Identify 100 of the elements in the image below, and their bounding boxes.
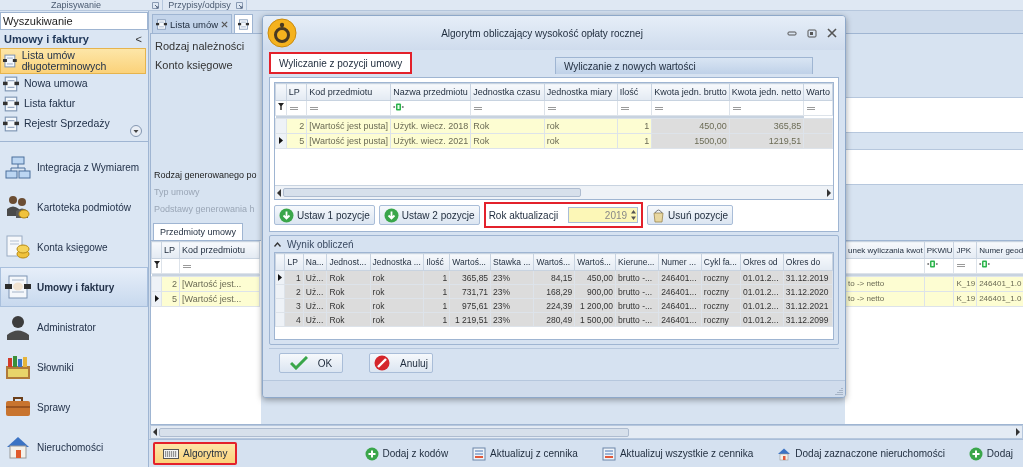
launcher-icon[interactable] [236,1,243,9]
equals-icon[interactable] [288,106,299,111]
column-header[interactable]: Kwota jedn. netto [729,83,804,101]
search-field[interactable]: Wyszukiwanie [0,12,148,30]
collapse-button[interactable]: < [133,33,144,46]
size-grip-icon[interactable] [835,387,843,395]
action-button[interactable]: Ustaw 1 pozycje [274,205,375,225]
collapse-icon[interactable] [274,241,281,247]
action-button[interactable]: Ustaw 2 pozycje [378,205,480,225]
text-filter-icon[interactable] [979,260,991,268]
column-header[interactable]: unek wyliczania kwot [845,241,925,259]
row-indicator[interactable] [275,270,285,285]
column-header[interactable]: Nazwa przedmiotu [390,83,471,101]
document-tab[interactable]: Lista umów [152,14,233,33]
restore-icon[interactable] [807,28,817,38]
close-icon[interactable] [221,20,229,28]
document-tab[interactable] [234,14,254,33]
document-icon [3,95,19,112]
horizontal-scrollbar[interactable] [275,185,833,199]
toolbar-button[interactable]: Aktualizuj z cennika [466,443,584,464]
ribbon-group-label: Zapisywanie [50,0,102,10]
column-header[interactable]: Wartoś... [449,253,491,271]
minimize-icon[interactable] [787,29,797,37]
equals-icon[interactable] [806,106,817,111]
column-header[interactable]: Jednostka ... [370,253,424,271]
row-indicator[interactable] [151,291,162,307]
add-icon [364,446,379,461]
equals-icon[interactable] [731,106,742,111]
column-header[interactable]: Kwota jedn. brutto [651,83,730,101]
nav-item[interactable]: Lista umów długoterminowych [0,47,146,74]
grid-tab[interactable]: Przedmioty umowy [153,223,244,240]
toolbar-button[interactable]: Dodaj zaznaczone nieruchomości [771,443,951,464]
document-icon [238,18,250,30]
spin-icon[interactable] [630,208,638,222]
grid-cell: 365,85 [729,118,804,134]
column-header[interactable]: Okres od [740,253,784,271]
column-header[interactable]: Jednostka miary [544,83,618,101]
nav-item[interactable]: Lista faktur [0,93,146,114]
column-header[interactable]: Stawka ... [490,253,534,271]
module-button[interactable]: Słowniki [0,347,148,387]
launcher-icon[interactable] [152,1,159,9]
arrow-down-icon [279,207,294,223]
column-header[interactable]: Ilość [617,83,652,101]
horizontal-scrollbar[interactable] [150,425,1023,439]
module-button[interactable]: Nieruchomości [0,427,148,467]
equals-icon[interactable] [619,106,630,111]
field-label: Rok aktualizacji [488,209,559,221]
filter-icon[interactable] [277,103,284,111]
module-button[interactable]: Administrator [0,307,148,347]
equals-icon[interactable] [309,106,320,111]
module-button[interactable]: Sprawy [0,387,148,427]
grid-cell: to -> netto [845,276,925,292]
close-icon[interactable] [827,28,837,38]
column-header[interactable]: JPK [954,241,977,259]
scroll-down-icon[interactable] [130,125,142,137]
column-header[interactable]: Cykl fa... [701,253,741,271]
text-filter-icon[interactable] [393,103,405,111]
column-header[interactable]: Ilość [423,253,450,271]
algorithms-button[interactable]: Algorytmy [153,442,238,465]
equals-icon[interactable] [654,106,665,111]
text-filter-icon[interactable] [926,260,938,268]
toolbar-button[interactable]: Aktualizuj wszystkie z cennika [595,443,760,464]
column-header[interactable]: Numer geod [976,241,1023,259]
row-indicator[interactable] [275,133,287,149]
module-button[interactable]: Konta księgowe [0,227,148,267]
module-button[interactable]: Integracja z Wymiarem [0,147,148,187]
arrow-down-icon [383,207,399,223]
list-icon [601,446,616,461]
nav-item[interactable]: Nowa umowa [0,73,146,94]
equals-icon[interactable] [956,263,967,268]
nav-item[interactable]: Rejestr Sprzedaży [0,113,146,134]
column-header[interactable]: Warto [803,83,833,101]
column-header[interactable]: PKWiU [924,241,954,259]
column-header[interactable]: LP [286,83,307,101]
equals-icon[interactable] [182,264,192,269]
action-button[interactable]: Usuń pozycje [647,205,734,225]
cancel-icon [374,355,391,371]
tab[interactable]: Wyliczanie z nowych wartości [555,57,813,74]
column-header[interactable]: Wartoś... [534,253,575,271]
module-button[interactable]: Kartoteka podmiotów [0,187,148,227]
column-header[interactable]: Jednost... [326,253,371,271]
module-button[interactable]: Umowy i faktury [0,267,148,307]
column-header[interactable]: Kod przedmiotu [179,241,260,259]
column-header[interactable]: Jednostka czasu [470,83,545,101]
dialog-button[interactable]: Anuluj [369,353,433,373]
tab[interactable]: Wyliczanie z pozycji umowy [269,52,413,74]
column-header[interactable]: Wartoś... [574,253,616,271]
toolbar-button[interactable]: Dodaj z kodów [358,443,455,464]
toolbar-button[interactable]: Dodaj [962,443,1019,464]
column-header[interactable]: Numer ... [658,253,702,271]
equals-icon[interactable] [473,106,484,111]
dialog-button[interactable]: OK [279,353,343,373]
equals-icon[interactable] [546,106,557,111]
column-header[interactable]: Kierune... [615,253,659,271]
column-header[interactable]: Na... [303,253,327,271]
keyboard-icon [163,447,179,460]
column-header[interactable]: Okres do [783,253,833,271]
input-field[interactable] [845,149,1023,185]
column-header[interactable]: Kod przedmiotu [306,83,391,101]
input-field[interactable] [845,97,1023,133]
